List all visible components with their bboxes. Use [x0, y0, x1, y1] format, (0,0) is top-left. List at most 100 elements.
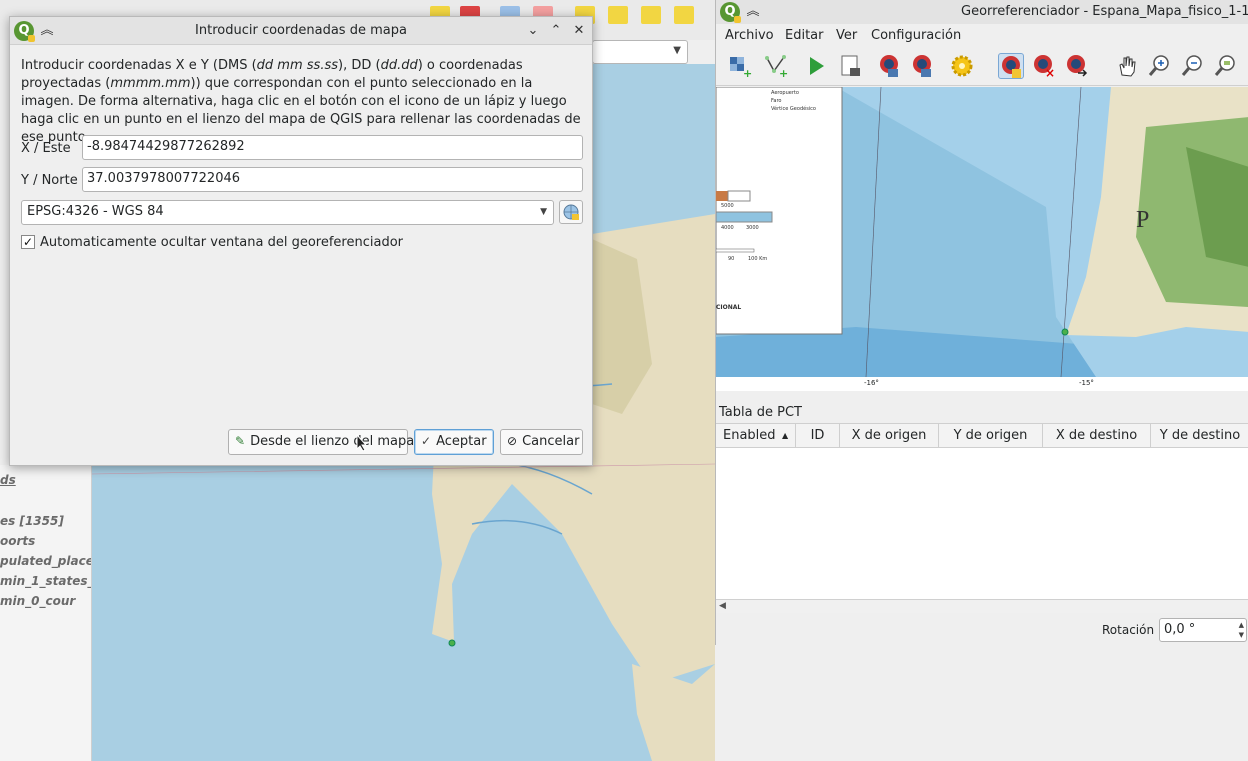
cancel-label: Cancelar — [522, 434, 580, 449]
column-y-destino[interactable]: Y de destino — [1151, 424, 1248, 448]
map-legend-label: 100 Km — [748, 256, 767, 262]
column-id[interactable]: ID — [796, 424, 840, 448]
rotation-spinbox[interactable]: 0,0 ° ▲ ▼ — [1159, 618, 1247, 642]
layer-item[interactable]: es [1355] — [0, 514, 64, 528]
open-vector-icon[interactable]: + — [764, 53, 790, 80]
map-legend-label: Vértice Geodésico — [771, 105, 816, 112]
georeferencer-toolbar: + + × — [716, 48, 1248, 86]
map-label: P — [1136, 207, 1149, 233]
save-gcp-icon[interactable] — [909, 53, 935, 79]
chevron-down-icon: ▼ — [540, 207, 547, 217]
map-coordinates-dialog: Q ︽ Introducir coordenadas de mapa ⌄ ⌃ ✕… — [9, 16, 593, 466]
from-canvas-button[interactable]: ✎ Desde el lienzo del mapa — [228, 429, 414, 455]
menu-configuracion[interactable]: Configuración — [871, 28, 961, 43]
zoom-in-icon[interactable] — [1147, 53, 1173, 79]
zoom-layer-icon[interactable] — [1213, 53, 1239, 79]
keep-above-icon[interactable]: ︽ — [744, 3, 762, 21]
layers-panel: ds es [1355] oorts pulated_places min_1_… — [0, 465, 92, 761]
pct-title: Tabla de PCT — [719, 405, 802, 420]
zoom-out-icon[interactable] — [1180, 53, 1206, 79]
map-legend-label: 3000 — [746, 225, 759, 231]
settings-gear-icon[interactable] — [949, 53, 975, 79]
main-combo[interactable]: ▼ — [592, 40, 688, 64]
close-icon[interactable]: ✕ — [570, 22, 588, 40]
label-show-icon[interactable] — [608, 6, 628, 24]
ok-button[interactable]: ✓ Aceptar — [414, 429, 494, 455]
y-label: Y / Norte — [21, 173, 78, 188]
ok-label: Aceptar — [436, 434, 487, 449]
sort-up-icon: ▲ — [782, 431, 789, 440]
column-label: Enabled — [723, 428, 776, 443]
spin-arrows-icon[interactable]: ▲ ▼ — [1239, 620, 1244, 640]
layer-item[interactable]: oorts — [0, 534, 35, 548]
crs-selector[interactable]: EPSG:4326 - WGS 84 ▼ — [21, 200, 554, 225]
screen: ▼ ds es [1355] oorts pulated_places min_… — [0, 0, 1248, 761]
move-point-icon[interactable] — [1064, 53, 1090, 79]
column-x-destino[interactable]: X de destino — [1043, 424, 1151, 448]
chevron-up-icon[interactable]: ⌃ — [547, 22, 565, 40]
auto-hide-checkbox[interactable]: ✓ — [21, 235, 35, 249]
svg-text:+: + — [743, 67, 752, 79]
x-coordinate-input[interactable]: -8.98474429877262892 — [82, 135, 583, 160]
start-georeferencing-icon[interactable] — [804, 53, 830, 79]
georeferencer-canvas[interactable]: P Aeropuerto Faro Vértice Geodésico 5000… — [716, 87, 1248, 377]
select-crs-button[interactable] — [559, 200, 583, 224]
y-coordinate-input[interactable]: 37.0037978007722046 — [82, 167, 583, 192]
pencil-icon: ✎ — [235, 434, 246, 448]
generate-script-icon[interactable] — [838, 53, 864, 79]
graticule-label: -16° — [864, 379, 879, 387]
layer-item[interactable]: min_1_states_p — [0, 574, 91, 588]
from-canvas-label: Desde el lienzo del mapa — [250, 434, 415, 449]
pct-table[interactable]: Enabled ▲ ID X de origen Y de origen X de… — [716, 423, 1248, 613]
menubar: Archivo Editar Ver Configuración — [716, 24, 1248, 48]
crs-value: EPSG:4326 - WGS 84 — [27, 204, 164, 219]
layer-item[interactable]: min_0_cour — [0, 594, 75, 608]
add-point-icon[interactable] — [998, 53, 1024, 79]
rotation-value: 0,0 ° — [1164, 622, 1196, 637]
svg-text:+: + — [779, 67, 788, 79]
layer-item[interactable]: pulated_places — [0, 554, 91, 568]
dialog-title: Introducir coordenadas de mapa — [195, 23, 407, 38]
canvas-graticule-labels: -16° -15° — [716, 377, 1248, 391]
dialog-titlebar: Q ︽ Introducir coordenadas de mapa ⌄ ⌃ ✕ — [10, 17, 592, 45]
open-raster-icon[interactable]: + — [728, 53, 754, 80]
menu-archivo[interactable]: Archivo — [725, 28, 774, 43]
column-x-origen[interactable]: X de origen — [840, 424, 939, 448]
raster-svg: P Aeropuerto Faro Vértice Geodésico 5000… — [716, 87, 1248, 377]
georeferencer-window: Q ︽ Georreferenciador - Espana_Mapa_fisi… — [715, 0, 1248, 645]
graticule-label: -15° — [1079, 379, 1094, 387]
check-icon: ✓ — [421, 434, 432, 448]
column-enabled[interactable]: Enabled ▲ — [716, 424, 796, 448]
menu-editar[interactable]: Editar — [785, 28, 824, 43]
map-legend-label: 4000 — [721, 225, 734, 231]
delete-point-icon[interactable]: × — [1031, 53, 1057, 80]
label-move-icon[interactable] — [641, 6, 661, 24]
map-legend-label: CIONAL — [716, 304, 741, 311]
map-legend-label: Faro — [771, 98, 782, 104]
cancel-button[interactable]: ⊘ Cancelar — [500, 429, 583, 455]
x-label: X / Este — [21, 141, 71, 156]
map-legend-label: Aeropuerto — [771, 90, 799, 96]
layer-item[interactable]: ds — [0, 473, 16, 487]
pan-hand-icon[interactable] — [1114, 53, 1140, 79]
column-y-origen[interactable]: Y de origen — [939, 424, 1043, 448]
label-rotate-icon[interactable] — [674, 6, 694, 24]
chevron-down-icon: ▼ — [673, 45, 681, 56]
cancel-icon: ⊘ — [507, 434, 518, 448]
scroll-left-icon[interactable]: ◀ — [719, 601, 726, 611]
auto-hide-label: Automaticamente ocultar ventana del geor… — [40, 235, 403, 250]
svg-text:×: × — [1045, 66, 1055, 79]
menu-ver[interactable]: Ver — [836, 28, 857, 43]
load-gcp-icon[interactable] — [876, 53, 902, 79]
rotation-label: Rotación — [1102, 623, 1155, 637]
georeferencer-titlebar: Q ︽ Georreferenciador - Espana_Mapa_fisi… — [716, 0, 1248, 24]
map-legend-label: 5000 — [721, 203, 734, 209]
chevron-down-icon[interactable]: ⌄ — [524, 22, 542, 40]
globe-icon — [563, 204, 579, 220]
pct-header: Enabled ▲ ID X de origen Y de origen X de… — [716, 424, 1248, 448]
mouse-cursor-icon — [356, 434, 368, 452]
qgis-logo-icon: Q — [720, 2, 741, 23]
map-legend-label: 90 — [728, 256, 734, 262]
dialog-description: Introducir coordenadas X e Y (DMS (dd mm… — [21, 58, 581, 145]
horizontal-scrollbar[interactable]: ◀ — [716, 599, 1248, 613]
